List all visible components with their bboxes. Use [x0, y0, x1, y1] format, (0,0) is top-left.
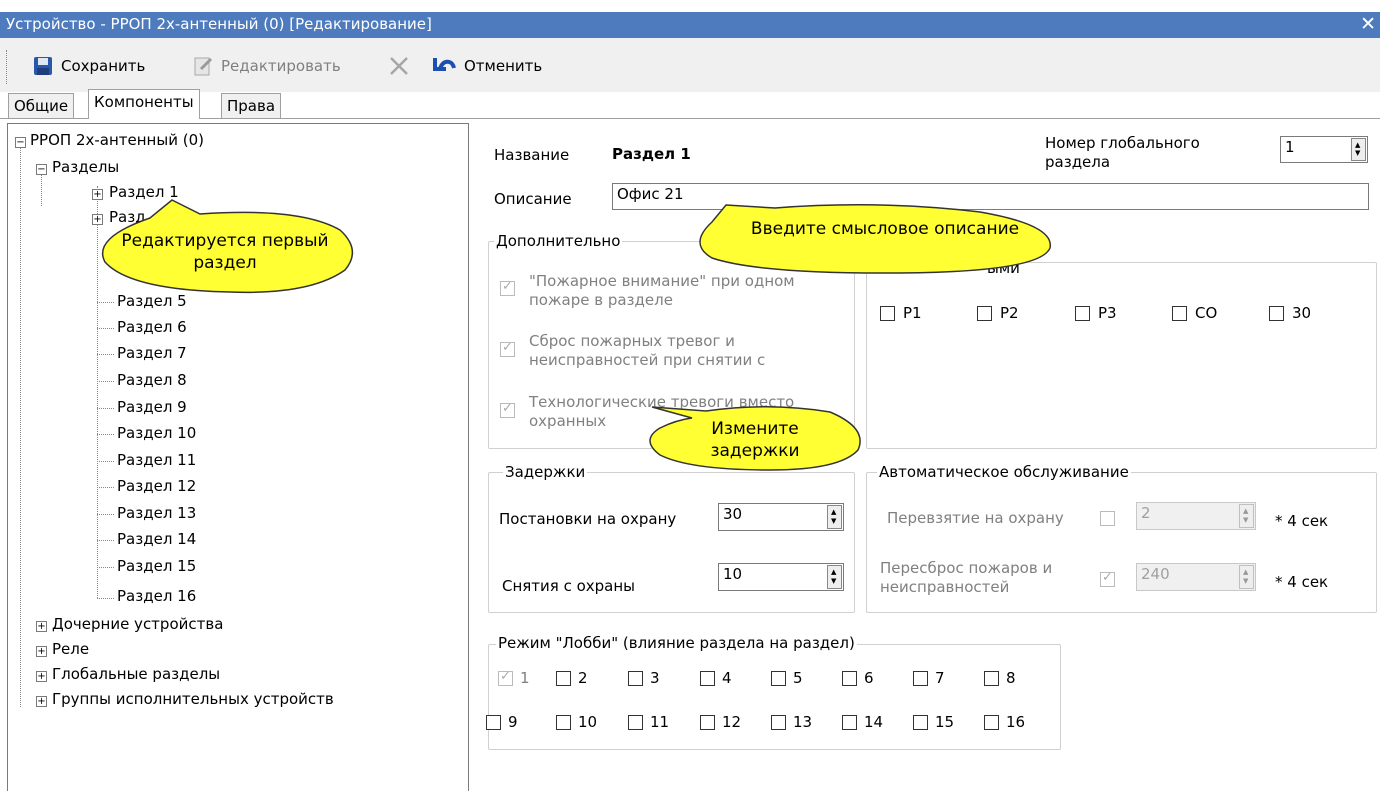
callout-2-text: Введите смысловое описание [750, 219, 1020, 239]
callout-bubbles [101, 199, 1051, 471]
callout-3-text: Измените задержки [710, 419, 800, 461]
callout-1-text: Редактируется первый раздел [121, 231, 329, 273]
